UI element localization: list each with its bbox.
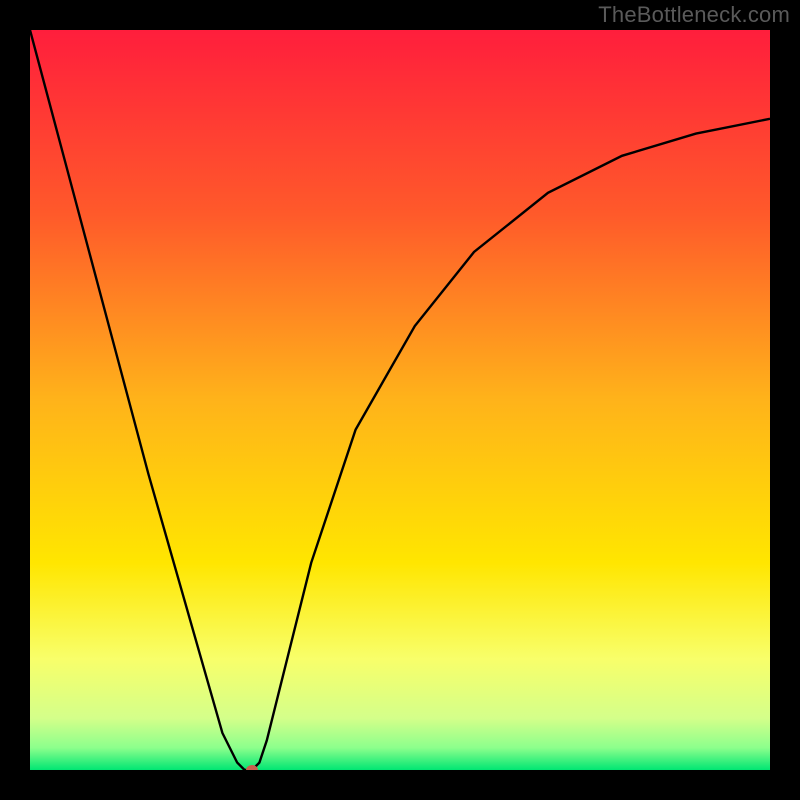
watermark-text: TheBottleneck.com [598, 2, 790, 28]
chart-frame: TheBottleneck.com [0, 0, 800, 800]
plot-area [30, 30, 770, 770]
chart-svg [30, 30, 770, 770]
gradient-background [30, 30, 770, 770]
